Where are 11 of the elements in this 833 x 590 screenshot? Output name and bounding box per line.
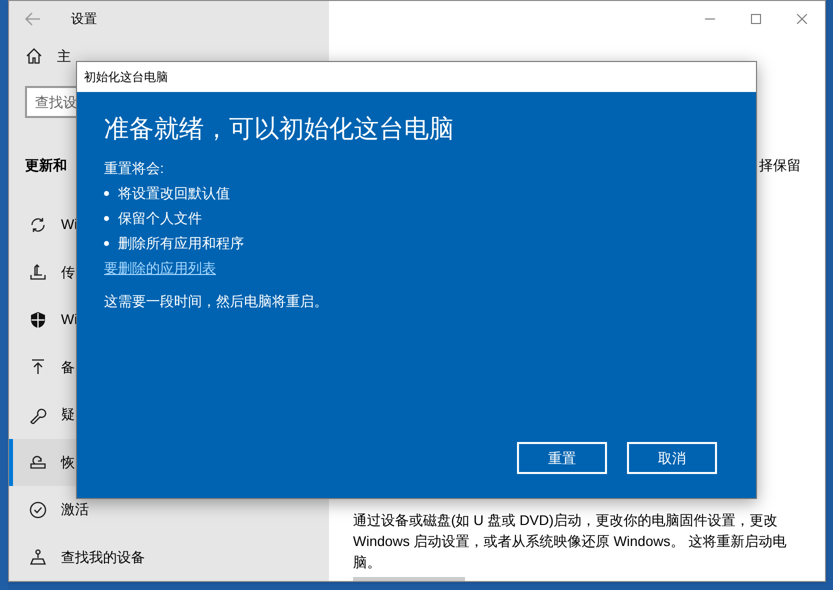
intro-text: 重置将会: xyxy=(104,159,165,178)
bullet-item: 删除所有应用和程序 xyxy=(104,231,729,256)
bullet-item: 将设置改回默认值 xyxy=(104,181,729,206)
description-text: 通过设备或磁盘(如 U 盘或 DVD)启动，更改你的电脑固件设置，更改 Windows 启动设置，或者从系统映像还原 Windows。 这将重新启动电脑。 xyxy=(353,511,788,572)
dialog-title: 初始化这台电脑 xyxy=(84,69,168,86)
bullet-item: 保留个人文件 xyxy=(104,206,729,231)
window-title: 设置 xyxy=(71,10,97,28)
section-heading: 更新和 xyxy=(25,156,67,176)
note-text: 这需要一段时间，然后电脑将重启。 xyxy=(104,292,329,311)
content-text: 择保留 xyxy=(759,156,801,175)
dialog-heading: 准备就绪，可以初始化这台电脑 xyxy=(104,114,455,145)
